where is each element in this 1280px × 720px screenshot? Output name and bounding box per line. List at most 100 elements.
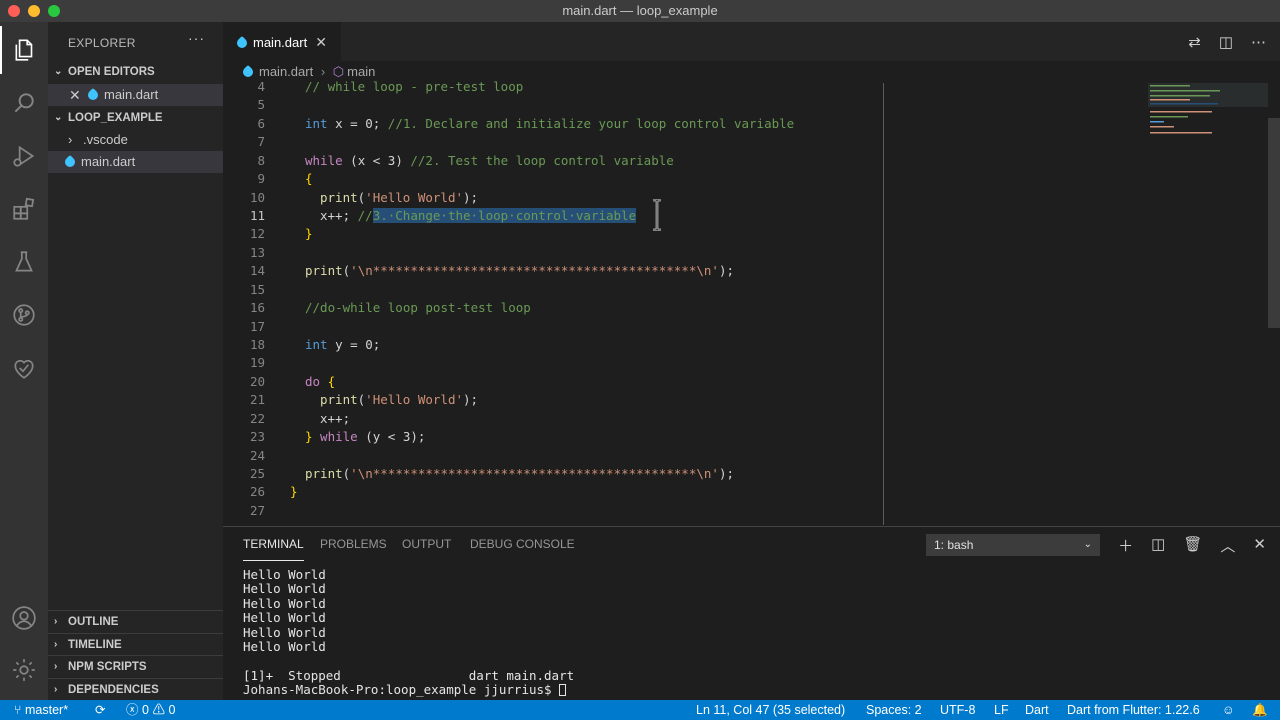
tree-item-label: main.dart	[81, 154, 136, 169]
line-number: 21	[249, 392, 265, 407]
sync-icon[interactable]: ⟳	[95, 700, 105, 720]
eol-status[interactable]: LF	[994, 700, 1009, 720]
terminal-output-line: Hello World	[243, 610, 326, 625]
indentation-status[interactable]: Spaces: 2	[866, 700, 922, 720]
text-cursor-icon	[653, 199, 661, 231]
code-selection: 3.·Change·the·loop·control·variable	[372, 208, 637, 223]
testing-flask-icon[interactable]	[0, 238, 48, 286]
line-number: 6	[257, 116, 265, 131]
code-editor[interactable]: 4 5 6 7 8 9 10 11 12 13 14 15 16 17 18 19 20 21 22 23 24 25 26…	[223, 78, 1268, 526]
chevron-right-icon: ›	[54, 661, 58, 672]
editor-ruler	[883, 83, 884, 525]
line-number: 10	[249, 190, 265, 205]
tab-main-dart[interactable]: main.dart ✕	[223, 22, 341, 61]
close-panel-icon[interactable]: ✕	[1253, 535, 1266, 556]
more-actions-icon[interactable]: ···	[188, 30, 205, 46]
method-symbol-icon: ⬡	[332, 64, 345, 79]
open-editor-item-main-dart[interactable]: ✕ main.dart	[48, 84, 223, 106]
npm-scripts-section[interactable]: › NPM SCRIPTS	[48, 655, 223, 677]
open-editor-file: main.dart	[85, 84, 158, 106]
breadcrumb-symbol[interactable]: main	[347, 64, 375, 79]
more-actions-icon[interactable]: ⋯	[1251, 33, 1266, 51]
tab-label: main.dart	[253, 35, 308, 50]
line-number: 17	[249, 319, 265, 334]
minimize-window-button[interactable]	[28, 5, 40, 17]
source-control-icon[interactable]	[0, 291, 48, 339]
terminal-prompt: Johans-MacBook-Pro:loop_example jjurrius…	[243, 682, 560, 697]
maximize-window-button[interactable]	[48, 5, 60, 17]
code-line-21: print('Hello World');	[320, 391, 478, 409]
tab-debug-console[interactable]: DEBUG CONSOLE	[470, 537, 575, 561]
code-string: '\n*************************************…	[350, 263, 719, 278]
open-editors-label: OPEN EDITORS	[68, 66, 155, 78]
run-debug-icon[interactable]	[0, 132, 48, 180]
open-editors-section[interactable]: ⌄ OPEN EDITORS	[48, 61, 223, 83]
editor-tab-bar: main.dart ✕ ⇄ ◫ ⋯	[223, 22, 1280, 61]
tree-item-vscode[interactable]: › .vscode	[48, 129, 223, 151]
branch-status[interactable]: ⑂ master*	[14, 700, 68, 720]
live-share-icon[interactable]	[0, 344, 48, 392]
compare-changes-icon[interactable]: ⇄	[1188, 33, 1201, 51]
cursor-position[interactable]: Ln 11, Col 47 (35 selected)	[696, 700, 845, 720]
timeline-section[interactable]: › TIMELINE	[48, 633, 223, 655]
line-number: 7	[257, 134, 265, 149]
trash-icon[interactable]: 🗑	[1183, 535, 1202, 556]
code-line-18: int y = 0;	[305, 336, 380, 354]
chevron-down-icon: ⌄	[1083, 539, 1092, 550]
close-tab-icon[interactable]: ✕	[315, 23, 327, 62]
terminal-select[interactable]: 1: bash ⌄	[926, 534, 1100, 556]
loop-example-folder-section[interactable]: ⌄ LOOP_EXAMPLE	[48, 107, 223, 129]
line-number: 14	[249, 263, 265, 278]
terminal-prompt-line[interactable]: Johans-MacBook-Pro:loop_example jjurrius…	[243, 682, 567, 697]
panel-actions: ＋ ◫ 🗑 ︿ ✕	[1118, 535, 1266, 556]
code-text: x++;	[320, 411, 351, 426]
editor-scroll-thumb[interactable]	[1268, 118, 1280, 328]
line-number: 12	[249, 226, 265, 241]
close-window-button[interactable]	[8, 5, 20, 17]
tab-output[interactable]: OUTPUT	[402, 537, 451, 561]
split-terminal-icon[interactable]: ◫	[1151, 535, 1165, 556]
notifications-bell-icon[interactable]: 🔔	[1252, 700, 1268, 720]
code-function: print	[320, 392, 358, 407]
code-line-16: //do-while loop post-test loop	[305, 299, 531, 317]
dependencies-section[interactable]: › DEPENDENCIES	[48, 678, 223, 700]
maximize-panel-icon[interactable]: ︿	[1220, 535, 1235, 556]
new-terminal-icon[interactable]: ＋	[1118, 535, 1133, 556]
outline-section[interactable]: › OUTLINE	[48, 610, 223, 632]
code-keyword: int	[305, 116, 328, 131]
code-text: );	[463, 392, 479, 407]
extensions-icon[interactable]	[0, 185, 48, 233]
account-icon[interactable]	[0, 594, 48, 642]
split-editor-icon[interactable]: ◫	[1219, 33, 1233, 51]
encoding-status[interactable]: UTF-8	[940, 700, 975, 720]
feedback-icon[interactable]: ☺	[1222, 700, 1235, 720]
dart-sdk-status[interactable]: Dart from Flutter: 1.22.6	[1067, 700, 1200, 720]
tab-problems[interactable]: PROBLEMS	[320, 537, 387, 561]
language-mode[interactable]: Dart	[1025, 700, 1049, 720]
code-line-10: print('Hello World');	[320, 189, 478, 207]
code-line-8: while (x < 3) //2. Test the loop control…	[305, 152, 674, 170]
code-comment: //1. Declare and initialize your loop co…	[387, 116, 795, 131]
breadcrumb-separator-icon: ›	[320, 64, 326, 79]
explorer-icon[interactable]	[0, 26, 48, 74]
breadcrumb-file[interactable]: main.dart	[259, 64, 313, 79]
line-number: 25	[249, 466, 265, 481]
code-string: 'Hello World'	[365, 190, 464, 205]
problems-status[interactable]: ⓧ 0 ⚠ 0	[126, 700, 175, 720]
settings-gear-icon[interactable]	[0, 646, 48, 694]
tree-item-file: main.dart	[62, 151, 136, 173]
tree-item-main-dart[interactable]: main.dart	[48, 151, 223, 173]
code-text: x = 0;	[327, 116, 388, 131]
dart-file-icon	[85, 87, 101, 103]
line-number: 23	[249, 429, 265, 444]
close-icon[interactable]: ✕	[69, 84, 81, 106]
code-bracket: }	[290, 484, 298, 499]
minimap[interactable]	[1148, 83, 1268, 143]
tab-terminal[interactable]: TERMINAL	[243, 537, 304, 561]
search-icon[interactable]	[0, 79, 48, 127]
chevron-right-icon: ›	[54, 639, 58, 650]
warning-count: 0	[168, 703, 176, 717]
terminal-output-line: Hello World	[243, 639, 326, 654]
code-text: x++;	[320, 208, 358, 223]
timeline-label: TIMELINE	[68, 639, 122, 651]
